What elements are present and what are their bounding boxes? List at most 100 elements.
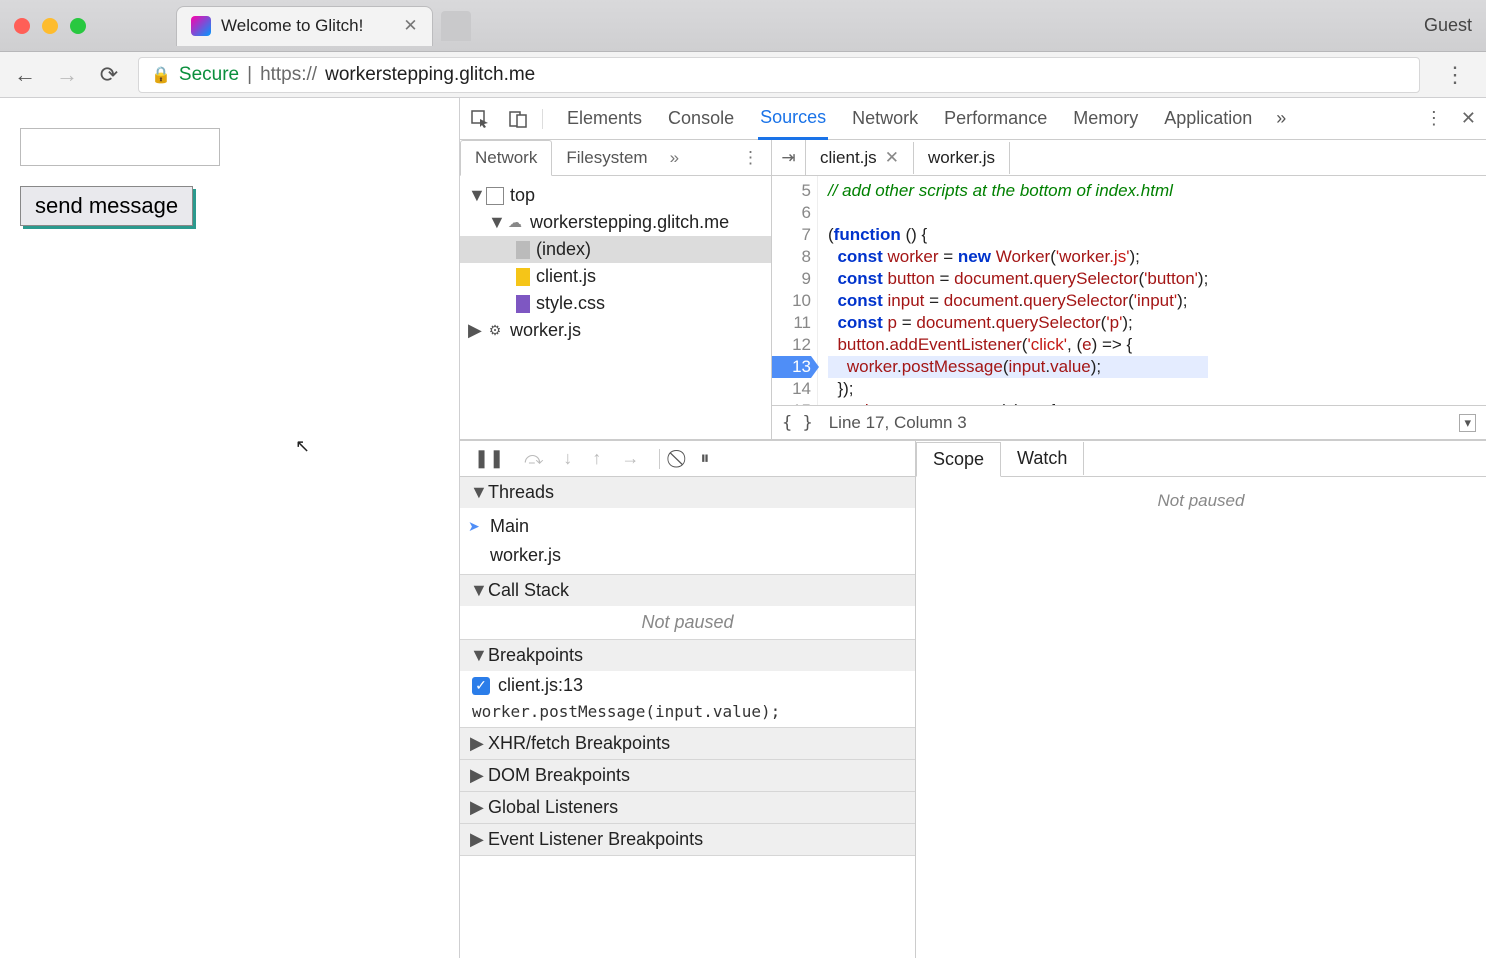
scope-tab[interactable]: Scope: [916, 442, 1001, 477]
address-bar[interactable]: 🔒 Secure | https:// workerstepping.glitch…: [138, 57, 1420, 93]
devtools-more-tabs-icon[interactable]: »: [1276, 108, 1286, 129]
pause-on-exceptions-button[interactable]: ⏸: [700, 448, 709, 469]
devtools-tab-network[interactable]: Network: [850, 99, 920, 138]
thread-worker[interactable]: worker.js: [460, 541, 915, 570]
navigator-tab-filesystem[interactable]: Filesystem: [552, 141, 661, 175]
tree-file-stylecss[interactable]: style.css: [460, 290, 771, 317]
tree-top[interactable]: ▼top: [460, 182, 771, 209]
document-icon: [516, 241, 530, 259]
minimize-window-icon[interactable]: [42, 18, 58, 34]
lock-icon: 🔒: [151, 65, 171, 85]
back-button[interactable]: ←: [12, 62, 38, 88]
breakpoint-code: worker.postMessage(input.value);: [460, 700, 915, 727]
close-tab-icon[interactable]: ✕: [885, 148, 899, 168]
watch-tab[interactable]: Watch: [1001, 442, 1084, 475]
section-xhr-fetch-breakpoints: ▶XHR/fetch Breakpoints: [460, 728, 915, 760]
section-header[interactable]: ▶Event Listener Breakpoints: [460, 824, 915, 855]
devtools-tab-sources[interactable]: Sources: [758, 98, 828, 140]
worker-icon: ⚙: [486, 322, 504, 340]
tree-file-index[interactable]: (index): [460, 236, 771, 263]
navigator-tab-network[interactable]: Network: [460, 140, 552, 176]
step-button[interactable]: →: [621, 448, 639, 469]
window-titlebar: Welcome to Glitch! ✕ Guest: [0, 0, 1486, 52]
glitch-favicon-icon: [191, 16, 211, 36]
device-toolbar-icon[interactable]: [508, 109, 528, 129]
close-window-icon[interactable]: [14, 18, 30, 34]
breakpoint-checkbox[interactable]: ✓: [472, 677, 490, 695]
browser-toolbar: ← → ⟳ 🔒 Secure | https:// workerstepping.…: [0, 52, 1486, 98]
css-file-icon: [516, 295, 530, 313]
cursor-position: Line 17, Column 3: [829, 413, 967, 433]
section-global-listeners: ▶Global Listeners: [460, 792, 915, 824]
profile-label[interactable]: Guest: [1424, 15, 1472, 36]
url-protocol: https://: [260, 64, 317, 86]
tab-close-icon[interactable]: ✕: [403, 16, 417, 36]
breakpoint-item[interactable]: ✓client.js:13: [460, 671, 915, 700]
step-into-button[interactable]: ↓: [563, 448, 572, 469]
window-controls: [14, 18, 86, 34]
secure-label: Secure: [179, 64, 239, 86]
devtools-tabbar: Elements Console Sources Network Performance…: [460, 98, 1486, 140]
debugger-sidebar: ❚❚ ⤼ ↓ ↑ → ⃠ ⏸ ▼Threads Main worker.js: [460, 441, 916, 958]
devtools-close-icon[interactable]: ✕: [1461, 108, 1476, 129]
step-out-button[interactable]: ↑: [592, 448, 601, 469]
breakpoints-header[interactable]: ▼Breakpoints: [460, 640, 915, 671]
js-file-icon: [516, 268, 530, 286]
devtools-panel: Elements Console Sources Network Performance…: [460, 98, 1486, 958]
source-code[interactable]: // add other scripts at the bottom of in…: [818, 176, 1208, 405]
devtools-tab-memory[interactable]: Memory: [1071, 99, 1140, 138]
new-tab-button[interactable]: [441, 11, 471, 41]
cloud-icon: ☁: [506, 214, 524, 232]
inspect-element-icon[interactable]: [470, 109, 490, 129]
tree-worker[interactable]: ▶⚙worker.js: [460, 317, 771, 344]
callstack-section: ▼Call Stack Not paused: [460, 575, 915, 640]
section-header[interactable]: ▶DOM Breakpoints: [460, 760, 915, 791]
section-header[interactable]: ▶Global Listeners: [460, 792, 915, 823]
section-header[interactable]: ▶XHR/fetch Breakpoints: [460, 728, 915, 759]
editor-toggle-navigator-icon[interactable]: ⇥: [772, 140, 806, 175]
thread-main[interactable]: Main: [460, 512, 915, 541]
devtools-tab-application[interactable]: Application: [1162, 99, 1254, 138]
code-editor: ⇥ client.js✕ worker.js 56789101112131415…: [772, 140, 1486, 439]
browser-tab[interactable]: Welcome to Glitch! ✕: [176, 6, 433, 46]
sources-navigator: Network Filesystem » ⋮ ▼top ▼☁workerstep…: [460, 140, 772, 439]
scope-state: Not paused: [916, 477, 1486, 958]
navigator-menu-icon[interactable]: ⋮: [730, 148, 771, 168]
threads-section: ▼Threads Main worker.js: [460, 477, 915, 575]
url-host: workerstepping.glitch.me: [325, 64, 535, 86]
pause-button[interactable]: ❚❚: [474, 448, 504, 469]
reload-button[interactable]: ⟳: [96, 62, 122, 88]
url-separator: |: [247, 64, 252, 86]
devtools-settings-icon[interactable]: ⋮: [1425, 108, 1443, 129]
navigator-more-icon[interactable]: »: [662, 148, 687, 168]
threads-header[interactable]: ▼Threads: [460, 477, 915, 508]
devtools-tab-performance[interactable]: Performance: [942, 99, 1049, 138]
forward-button[interactable]: →: [54, 62, 80, 88]
tab-title: Welcome to Glitch!: [221, 16, 363, 36]
editor-status-bar: { } Line 17, Column 3 ▾: [772, 405, 1486, 439]
tree-file-clientjs[interactable]: client.js: [460, 263, 771, 290]
tree-domain[interactable]: ▼☁workerstepping.glitch.me: [460, 209, 771, 236]
devtools-tab-elements[interactable]: Elements: [565, 99, 644, 138]
maximize-window-icon[interactable]: [70, 18, 86, 34]
file-tree: ▼top ▼☁workerstepping.glitch.me (index) …: [460, 176, 771, 439]
section-event-listener-breakpoints: ▶Event Listener Breakpoints: [460, 824, 915, 856]
message-input[interactable]: [20, 128, 220, 166]
scope-panel: Scope Watch Not paused: [916, 441, 1486, 958]
browser-menu-icon[interactable]: ⋮: [1436, 62, 1474, 88]
editor-tab-clientjs[interactable]: client.js✕: [806, 142, 914, 174]
step-over-button[interactable]: ⤼: [524, 448, 543, 469]
pretty-print-icon[interactable]: { }: [782, 413, 813, 433]
section-dom-breakpoints: ▶DOM Breakpoints: [460, 760, 915, 792]
line-gutter[interactable]: 56789101112131415161718: [772, 176, 818, 405]
editor-tab-workerjs[interactable]: worker.js: [914, 142, 1010, 174]
callstack-state: Not paused: [460, 606, 915, 639]
send-message-button[interactable]: send message: [20, 186, 193, 226]
devtools-tab-console[interactable]: Console: [666, 99, 736, 138]
page-viewport: send message ↖: [0, 98, 460, 958]
coverage-dropdown-icon[interactable]: ▾: [1459, 414, 1476, 432]
breakpoints-section: ▼Breakpoints ✓client.js:13 worker.postMe…: [460, 640, 915, 728]
frame-icon: [486, 187, 504, 205]
mouse-cursor-icon: ↖: [295, 436, 310, 457]
callstack-header[interactable]: ▼Call Stack: [460, 575, 915, 606]
